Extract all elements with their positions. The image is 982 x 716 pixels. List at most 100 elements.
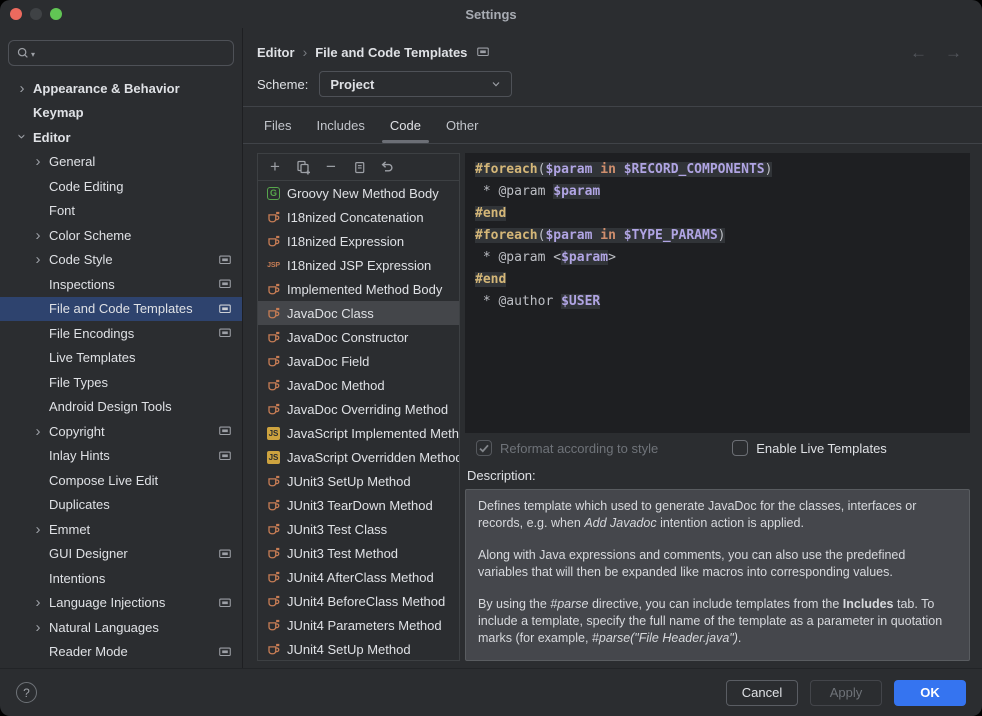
scheme-select[interactable]: Project [319,71,512,97]
live-templates-checkbox[interactable] [732,440,748,456]
template-item[interactable]: JSJavaScript Overridden Method [258,445,459,469]
ok-button[interactable]: OK [894,680,966,706]
tab-other[interactable]: Other [441,107,484,143]
template-item[interactable]: JUnit4 AfterClass Method [258,565,459,589]
remove-icon: − [326,158,336,175]
template-item-label: JUnit4 AfterClass Method [287,570,434,585]
breadcrumb-root[interactable]: Editor [257,45,295,60]
sidebar-item-general[interactable]: ›General [0,150,242,175]
sidebar-item-appearance-behavior[interactable]: ›Appearance & Behavior [0,76,242,101]
template-item[interactable]: JUnit3 SetUp Method [258,469,459,493]
apply-button[interactable]: Apply [810,680,882,706]
sidebar-item-emmet[interactable]: ›Emmet [0,517,242,542]
template-item[interactable]: JavaDoc Field [258,349,459,373]
minimize-button[interactable] [30,8,42,20]
template-item-label: JUnit4 BeforeClass Method [287,594,445,609]
tree-chevron-icon[interactable]: › [31,595,45,610]
sidebar-item-file-types[interactable]: ›File Types [0,370,242,395]
reset-templates-button[interactable] [375,156,399,178]
sidebar-item-color-scheme[interactable]: ›Color Scheme [0,223,242,248]
sidebar-item-copyright[interactable]: ›Copyright [0,419,242,444]
template-item[interactable]: JSJavaScript Implemented Method [258,421,459,445]
sidebar-item-live-templates[interactable]: ›Live Templates [0,346,242,371]
template-item[interactable]: JUnit3 TearDown Method [258,493,459,517]
cancel-button[interactable]: Cancel [726,680,798,706]
back-button[interactable]: ← [910,44,927,61]
tab-code[interactable]: Code [385,107,426,143]
tree-chevron-icon[interactable]: › [31,154,45,169]
close-button[interactable] [10,8,22,20]
template-item[interactable]: Implemented Method Body [258,277,459,301]
template-item[interactable]: JavaDoc Method [258,373,459,397]
template-item[interactable]: JUnit3 Test Class [258,517,459,541]
template-item[interactable]: JavaDoc Class [258,301,459,325]
tree-chevron-icon[interactable]: › [15,81,29,96]
description-paragraph: By using the #parse directive, you can i… [478,596,957,647]
search-input[interactable] [36,45,229,62]
sidebar-item-font[interactable]: ›Font [0,199,242,224]
help-button[interactable]: ? [16,682,37,703]
add-icon: + [270,158,280,175]
zoom-button[interactable] [50,8,62,20]
sidebar-item-language-injections[interactable]: ›Language Injections [0,591,242,616]
code-line: #end [475,203,960,225]
tree-chevron-icon[interactable]: › [31,228,45,243]
template-item[interactable]: I18nized Concatenation [258,205,459,229]
sidebar-item-natural-languages[interactable]: ›Natural Languages [0,615,242,640]
sidebar-item-label: File and Code Templates [49,301,193,316]
sidebar-item-intentions[interactable]: ›Intentions [0,566,242,591]
sidebar-item-android-design-tools[interactable]: ›Android Design Tools [0,395,242,420]
sidebar-item-label: GUI Designer [49,546,128,561]
template-item[interactable]: JUnit4 SetUp Method [258,637,459,660]
template-item-label: JUnit3 SetUp Method [287,474,411,489]
sidebar-item-duplicates[interactable]: ›Duplicates [0,493,242,518]
sidebar-item-reader-mode[interactable]: ›Reader Mode [0,640,242,665]
sidebar-item-inspections[interactable]: ›Inspections [0,272,242,297]
tree-chevron-icon[interactable]: › [31,620,45,635]
history-nav: ← → [910,44,962,61]
project-level-icon [218,596,232,610]
reformat-checkbox[interactable] [476,440,492,456]
sidebar-item-label: Inspections [49,277,115,292]
template-item[interactable]: JSPI18nized JSP Expression [258,253,459,277]
sidebar-item-code-style[interactable]: ›Code Style [0,248,242,273]
traffic-lights [10,8,62,20]
template-item[interactable]: JUnit4 Parameters Method [258,613,459,637]
tree-chevron-icon[interactable]: › [31,424,45,439]
tab-includes[interactable]: Includes [311,107,369,143]
template-item[interactable]: JavaDoc Constructor [258,325,459,349]
forward-button[interactable]: → [945,44,962,61]
template-item[interactable]: JUnit3 Test Method [258,541,459,565]
remove-template-button[interactable]: − [319,156,343,178]
sidebar-item-inlay-hints[interactable]: ›Inlay Hints [0,444,242,469]
chevron-down-icon [490,78,502,90]
sidebar-item-label: Inlay Hints [49,448,110,463]
tree-chevron-icon[interactable]: › [31,522,45,537]
template-item[interactable]: I18nized Expression [258,229,459,253]
add-template-button[interactable]: + [263,156,287,178]
search-history-chevron-icon[interactable]: ▾ [31,51,35,59]
search-box[interactable]: ▾ [8,40,234,66]
java-class-icon [266,546,281,561]
template-item[interactable]: GGroovy New Method Body [258,181,459,205]
template-editor[interactable]: #foreach($param in $RECORD_COMPONENTS) *… [465,153,970,433]
sidebar-item-file-and-code-templates[interactable]: ›File and Code Templates [0,297,242,322]
template-item[interactable]: JavaDoc Overriding Method [258,397,459,421]
template-item[interactable]: JUnit4 BeforeClass Method [258,589,459,613]
tree-chevron-icon[interactable]: › [31,252,45,267]
project-level-icon [218,302,232,316]
code-line: #foreach($param in $TYPE_PARAMS) [475,225,960,247]
sidebar-item-gui-designer[interactable]: ›GUI Designer [0,542,242,567]
description-paragraph: Defines template which used to generate … [478,498,957,532]
copy-template-button[interactable] [347,156,371,178]
tab-files[interactable]: Files [259,107,296,143]
sidebar-item-keymap[interactable]: ›Keymap [0,101,242,126]
sidebar-item-file-encodings[interactable]: ›File Encodings [0,321,242,346]
tree-chevron-icon[interactable]: › [15,129,30,143]
java-class-icon [266,330,281,345]
sidebar-item-code-editing[interactable]: ›Code Editing [0,174,242,199]
java-class-icon [266,570,281,585]
sidebar-item-editor[interactable]: ›Editor [0,125,242,150]
sidebar-item-compose-live-edit[interactable]: ›Compose Live Edit [0,468,242,493]
create-child-template-button[interactable] [291,156,315,178]
